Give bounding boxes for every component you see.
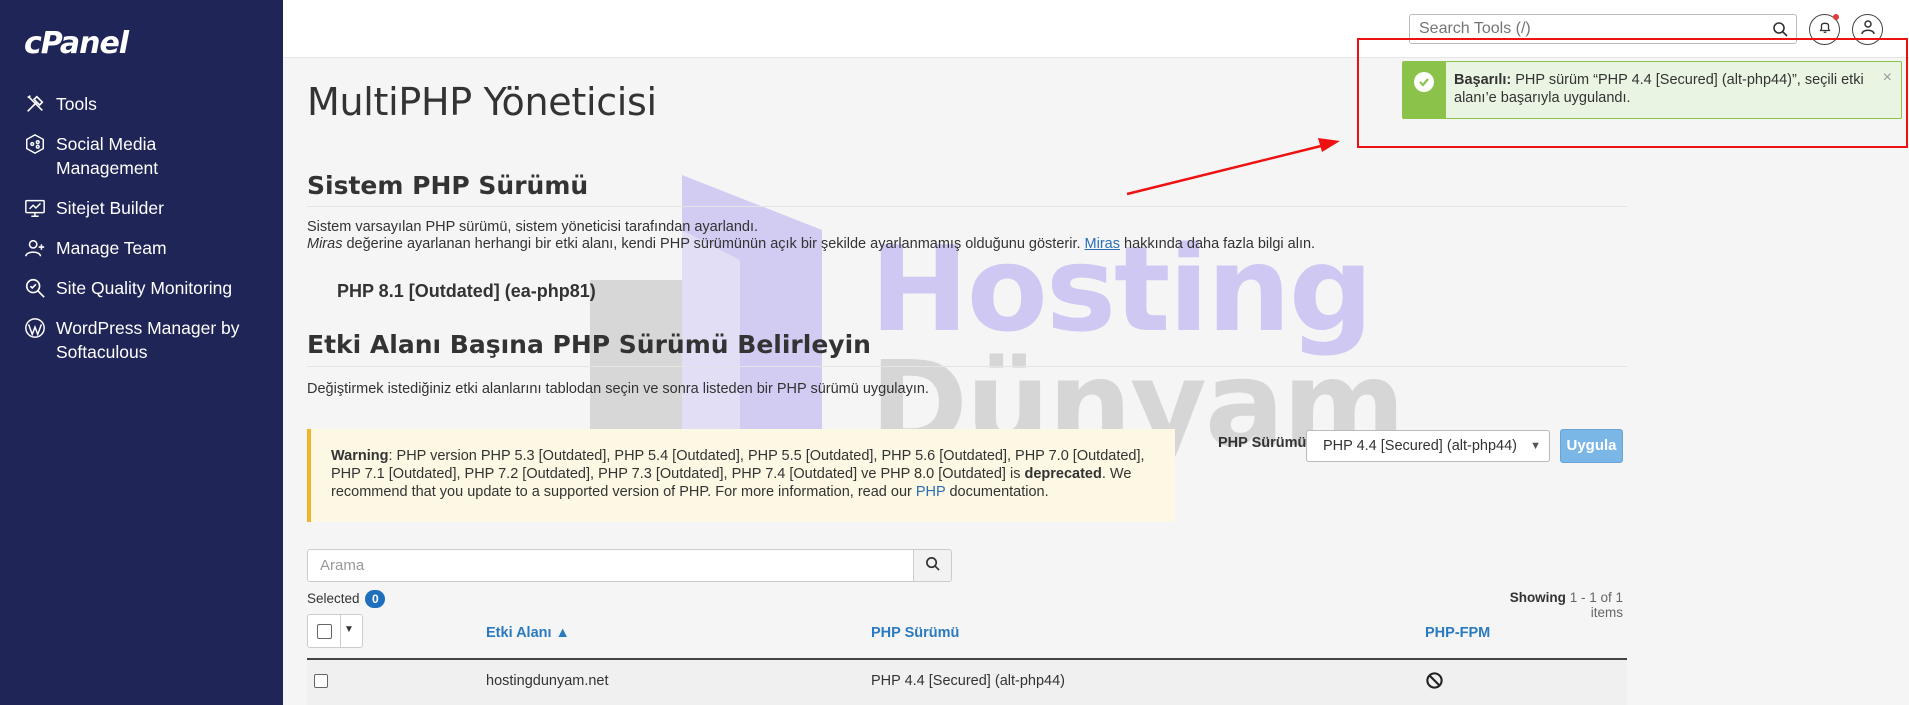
- table-row[interactable]: hostingdunyam.net PHP 4.4 [Secured] (alt…: [307, 660, 1627, 705]
- sidebar-item-manage-team[interactable]: Manage Team: [0, 236, 283, 260]
- sidebar-nav: Tools Social Media Management Sitejet Bu…: [0, 92, 283, 380]
- chevron-down-icon: ▼: [1530, 440, 1541, 452]
- bell-icon: [1818, 20, 1832, 39]
- system-php-title: Sistem PHP Sürümü: [307, 171, 589, 200]
- tools-icon: [24, 92, 52, 116]
- user-icon: [1860, 19, 1876, 40]
- desc-text: değerine ayarlanan herhangi bir etki ala…: [342, 236, 1085, 252]
- apply-button[interactable]: Uygula: [1560, 429, 1623, 463]
- column-header-php-fpm[interactable]: PHP-FPM: [1425, 625, 1490, 641]
- sidebar-item-sitejet[interactable]: Sitejet Builder: [0, 196, 283, 220]
- divider: [307, 206, 1627, 207]
- sidebar-item-label: Social Media Management: [56, 134, 159, 178]
- column-header-domain[interactable]: Etki Alanı ▲: [486, 625, 570, 641]
- sidebar-item-label: Manage Team: [56, 238, 167, 258]
- sidebar-item-site-quality[interactable]: Site Quality Monitoring: [0, 276, 283, 300]
- warning-label: Warning: [331, 448, 389, 464]
- wordpress-icon: [24, 316, 52, 340]
- desc-text-end: hakkında daha fazla bilgi alın.: [1119, 236, 1316, 252]
- cpanel-logo[interactable]: cPanel: [24, 26, 129, 61]
- team-icon: [24, 236, 52, 260]
- warning-bold: deprecated: [1024, 466, 1102, 482]
- domain-search-button[interactable]: [913, 549, 952, 582]
- warning-text-3: documentation.: [945, 484, 1049, 500]
- main-content: MultiPHP Yöneticisi Sistem PHP Sürümü Si…: [283, 58, 1909, 705]
- notification-dot: [1833, 14, 1839, 20]
- selected-badge: 0: [365, 590, 386, 608]
- selected-count: Selected 0: [307, 590, 386, 608]
- monitor-icon: [24, 196, 52, 220]
- domain-php-desc: Değiştirmek istediğiniz etki alanlarını …: [307, 381, 929, 397]
- page-title: MultiPHP Yöneticisi: [307, 80, 657, 124]
- social-media-icon: [24, 132, 52, 156]
- sidebar-item-label: Tools: [56, 94, 97, 114]
- system-php-desc-2: Miras değerine ayarlanan herhangi bir et…: [307, 235, 1315, 253]
- row-domain: hostingdunyam.net: [486, 673, 609, 689]
- sidebar-item-social-media[interactable]: Social Media Management: [0, 132, 283, 180]
- search-icon: [925, 556, 940, 576]
- row-checkbox[interactable]: [314, 674, 328, 688]
- select-all-group[interactable]: ▼: [307, 614, 363, 648]
- php-version-label: PHP Sürümü: [1218, 435, 1307, 451]
- showing-range: 1 - 1 of 1 items: [1569, 590, 1623, 620]
- warning-text: : PHP version PHP 5.3 [Outdated], PHP 5.…: [331, 448, 1145, 482]
- magnifier-icon: [24, 276, 52, 300]
- inherit-link[interactable]: Miras: [1085, 236, 1120, 252]
- domain-php-title: Etki Alanı Başına PHP Sürümü Belirleyin: [307, 330, 871, 359]
- sidebar-item-wordpress[interactable]: WordPress Manager by Softaculous: [0, 316, 283, 364]
- inherit-term: Miras: [307, 236, 343, 252]
- php-docs-link[interactable]: PHP: [916, 484, 946, 500]
- selected-label: Selected: [307, 591, 360, 606]
- sidebar-item-label: Site Quality Monitoring: [56, 278, 233, 298]
- select-all-checkbox[interactable]: [317, 624, 332, 639]
- system-php-desc-1: Sistem varsayılan PHP sürümü, sistem yön…: [307, 219, 759, 235]
- sidebar-item-label: WordPress Manager by Softaculous: [56, 318, 240, 362]
- sidebar-item-label: Sitejet Builder: [56, 198, 164, 218]
- disabled-icon: [1425, 671, 1444, 694]
- sidebar-item-tools[interactable]: Tools: [0, 92, 283, 116]
- sidebar: cPanel Tools Social Media Management Sit…: [0, 0, 283, 705]
- row-php-version: PHP 4.4 [Secured] (alt-php44): [871, 673, 1065, 689]
- php-version-selected: PHP 4.4 [Secured] (alt-php44): [1323, 438, 1517, 454]
- showing-info: Showing 1 - 1 of 1 items: [1493, 590, 1623, 620]
- showing-label: Showing: [1509, 590, 1566, 605]
- caret-down-icon[interactable]: ▼: [344, 624, 354, 635]
- deprecation-warning: Warning: PHP version PHP 5.3 [Outdated],…: [307, 429, 1175, 522]
- domain-search-input[interactable]: Arama: [307, 549, 914, 582]
- annotation-box: [1357, 38, 1908, 148]
- divider: [307, 366, 1627, 367]
- system-php-version: PHP 8.1 [Outdated] (ea-php81): [337, 281, 596, 301]
- column-header-php-version[interactable]: PHP Sürümü: [871, 625, 959, 641]
- divider: [340, 615, 341, 647]
- php-version-select[interactable]: PHP 4.4 [Secured] (alt-php44) ▼: [1306, 430, 1550, 462]
